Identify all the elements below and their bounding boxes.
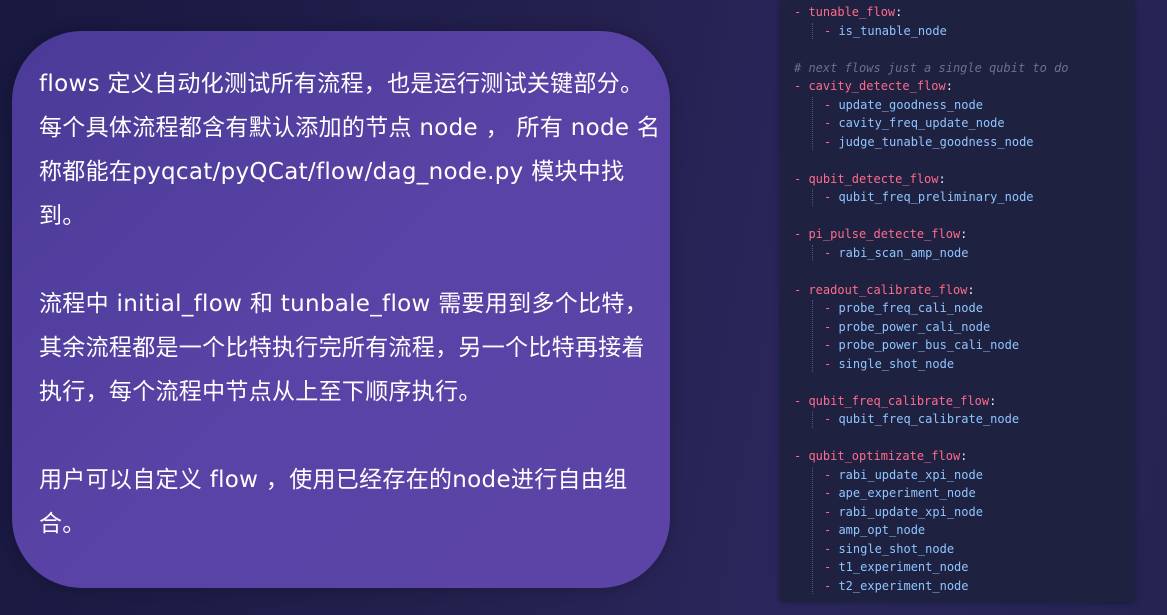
colon: : — [960, 227, 968, 241]
node-item: - t1_experiment_node — [824, 558, 969, 576]
flow-key-line: - qubit_detecte_flow: — [794, 170, 946, 188]
flow-name: qubit_optimizate_flow — [808, 449, 961, 463]
flow-name: qubit_freq_calibrate_flow — [808, 393, 990, 408]
node-item: - qubit_freq_calibrate_node — [824, 410, 1019, 428]
node-item: - probe_power_cali_node — [824, 318, 990, 336]
flow-name: qubit_detecte_flow — [808, 171, 939, 186]
node-item: - ape_experiment_node — [824, 484, 976, 502]
list-dash: - — [824, 116, 839, 130]
list-dash: - — [824, 134, 839, 149]
node-name: update_goodness_node — [838, 97, 983, 112]
node-name: single_shot_node — [838, 541, 955, 556]
list-dash: - — [824, 412, 839, 426]
yaml-comment: # next flows just a single qubit to do — [794, 60, 1069, 75]
list-dash: - — [824, 486, 839, 500]
list-dash: - — [794, 227, 809, 241]
node-name: probe_power_cali_node — [838, 319, 991, 334]
indent-guide — [812, 411, 813, 428]
flow-name: pi_pulse_detecte_flow — [808, 227, 961, 241]
colon: : — [895, 5, 903, 19]
node-name: qubit_freq_preliminary_node — [838, 190, 1034, 204]
list-dash: - — [824, 23, 839, 38]
yaml-code-panel: - tunable_flow: - is_tunable_node # next f… — [780, 0, 1134, 602]
node-name: t2_experiment_node — [838, 578, 969, 593]
list-dash: - — [824, 319, 839, 334]
list-dash: - — [794, 282, 809, 297]
node-item: - judge_tunable_goodness_node — [824, 133, 1034, 151]
flow-key-line: - cavity_detecte_flow: — [794, 77, 953, 95]
node-name: qubit_freq_calibrate_node — [838, 412, 1020, 426]
node-name: rabi_update_xpi_node — [838, 504, 983, 519]
node-item: - cavity_freq_update_node — [824, 114, 1005, 132]
colon: : — [967, 282, 975, 297]
node-item: - probe_freq_cali_node — [824, 299, 983, 317]
flow-order-paragraph: 流程中 initial_flow 和 tunbale_flow 需要用到多个比特… — [39, 291, 648, 405]
node-item: - rabi_update_xpi_node — [824, 466, 983, 484]
node-item: - single_shot_node — [824, 540, 954, 558]
list-dash: - — [824, 245, 839, 260]
node-item: - is_tunable_node — [824, 22, 947, 40]
flows-description-paragraph: flows 定义自动化测试所有流程，也是运行测试关键部分。每个具体流程都含有默认… — [39, 71, 661, 229]
node-name: is_tunable_node — [838, 23, 947, 38]
colon: : — [938, 171, 946, 186]
node-item: - t2_experiment_node — [824, 577, 969, 595]
list-dash: - — [824, 523, 839, 537]
flow-name: cavity_detecte_flow — [808, 79, 946, 93]
indent-guide — [812, 189, 813, 206]
node-name: probe_power_bus_cali_node — [838, 338, 1020, 352]
colon: : — [989, 393, 997, 408]
node-name: probe_freq_cali_node — [838, 301, 983, 315]
node-name: judge_tunable_goodness_node — [838, 134, 1034, 149]
node-name: single_shot_node — [838, 356, 955, 371]
node-item: - probe_power_bus_cali_node — [824, 336, 1019, 354]
node-item: - update_goodness_node — [824, 96, 983, 114]
node-name: amp_opt_node — [838, 523, 926, 537]
list-dash: - — [794, 449, 809, 463]
indent-guide — [812, 22, 813, 39]
node-name: cavity_freq_update_node — [838, 116, 1005, 130]
list-dash: - — [824, 301, 839, 315]
list-dash: - — [824, 578, 839, 593]
node-item: - single_shot_node — [824, 355, 954, 373]
flow-key-line: - qubit_optimizate_flow: — [794, 447, 967, 465]
list-dash: - — [824, 356, 839, 371]
flow-key-line: - tunable_flow: — [794, 3, 902, 21]
list-dash: - — [794, 79, 809, 93]
node-item: - amp_opt_node — [824, 521, 925, 539]
node-name: t1_experiment_node — [838, 560, 969, 574]
colon: : — [945, 79, 953, 93]
node-name: ape_experiment_node — [838, 486, 976, 500]
list-dash: - — [824, 504, 839, 519]
list-dash: - — [824, 338, 839, 352]
list-dash: - — [824, 467, 839, 482]
node-name: rabi_update_xpi_node — [838, 467, 983, 482]
list-dash: - — [794, 5, 809, 19]
indent-guide — [812, 466, 813, 594]
node-item: - rabi_scan_amp_node — [824, 244, 969, 262]
list-dash: - — [794, 393, 809, 408]
list-dash: - — [794, 171, 809, 186]
flow-name: readout_calibrate_flow — [808, 282, 968, 297]
flow-name: tunable_flow — [808, 5, 896, 19]
node-item: - qubit_freq_preliminary_node — [824, 188, 1034, 206]
colon: : — [960, 449, 968, 463]
list-dash: - — [824, 97, 839, 112]
indent-guide — [812, 300, 813, 372]
node-name: rabi_scan_amp_node — [838, 245, 969, 260]
list-dash: - — [824, 541, 839, 556]
list-dash: - — [824, 560, 839, 574]
node-item: - rabi_update_xpi_node — [824, 503, 983, 521]
indent-guide — [812, 244, 813, 261]
list-dash: - — [824, 190, 839, 204]
flow-key-line: - pi_pulse_detecte_flow: — [794, 225, 967, 243]
flow-key-line: - readout_calibrate_flow: — [794, 281, 975, 299]
custom-flow-paragraph: 用户可以自定义 flow ，使用已经存在的node进行自由组合。 — [39, 467, 628, 537]
indent-guide — [812, 96, 813, 150]
flow-key-line: - qubit_freq_calibrate_flow: — [794, 392, 996, 410]
